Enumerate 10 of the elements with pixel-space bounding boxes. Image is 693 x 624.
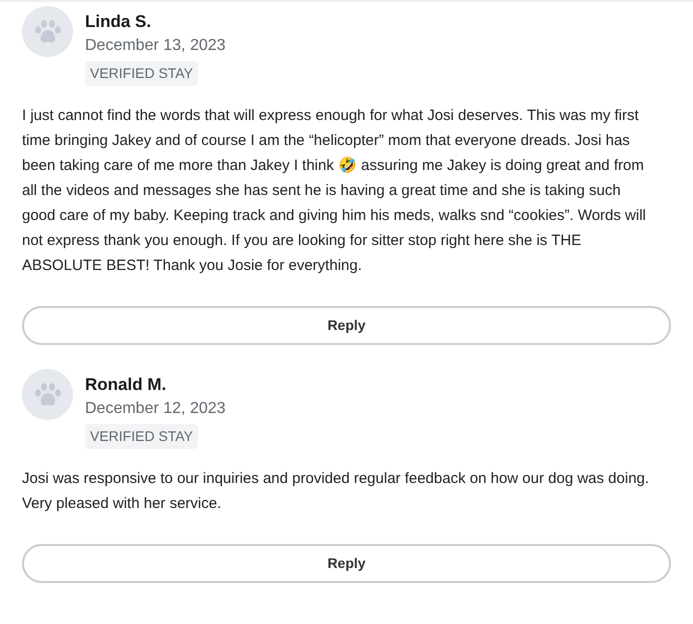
- review-text: Josi was responsive to our inquiries and provided regular feedback on how our dog was doing. Very pleased with her service.: [21, 469, 650, 514]
- reply-button[interactable]: Reply: [22, 306, 671, 345]
- review-date: December 12, 2023: [85, 399, 226, 419]
- reviewer-name: Linda S.: [85, 11, 152, 33]
- review-date: December 13, 2023: [85, 36, 226, 56]
- verified-badge: VERIFIED STAY: [85, 424, 198, 449]
- verified-badge: VERIFIED STAY: [85, 61, 198, 86]
- review-text: I just cannot find the words that will express enough for what Josi deserves. This was my first time bringing Jakey and of course I am the “helicopter” mom that everyone dreads. Josi has been taking care of me more than Jakey I think 🤣 assuring me Jakey is doing great and from all the videos and messages she has sent he is having a great time and she is taking such good care of my baby. Keeping track and giving him his meds, walks snd “cookies”. Words will not express thank you enough. If you are looking for sitter stop right here she is THE ABSOLUTE BEST! Thank you Josie for everything.: [21, 106, 647, 276]
- reviewer-name: Ronald M.: [85, 374, 166, 396]
- reply-button[interactable]: Reply: [22, 544, 671, 583]
